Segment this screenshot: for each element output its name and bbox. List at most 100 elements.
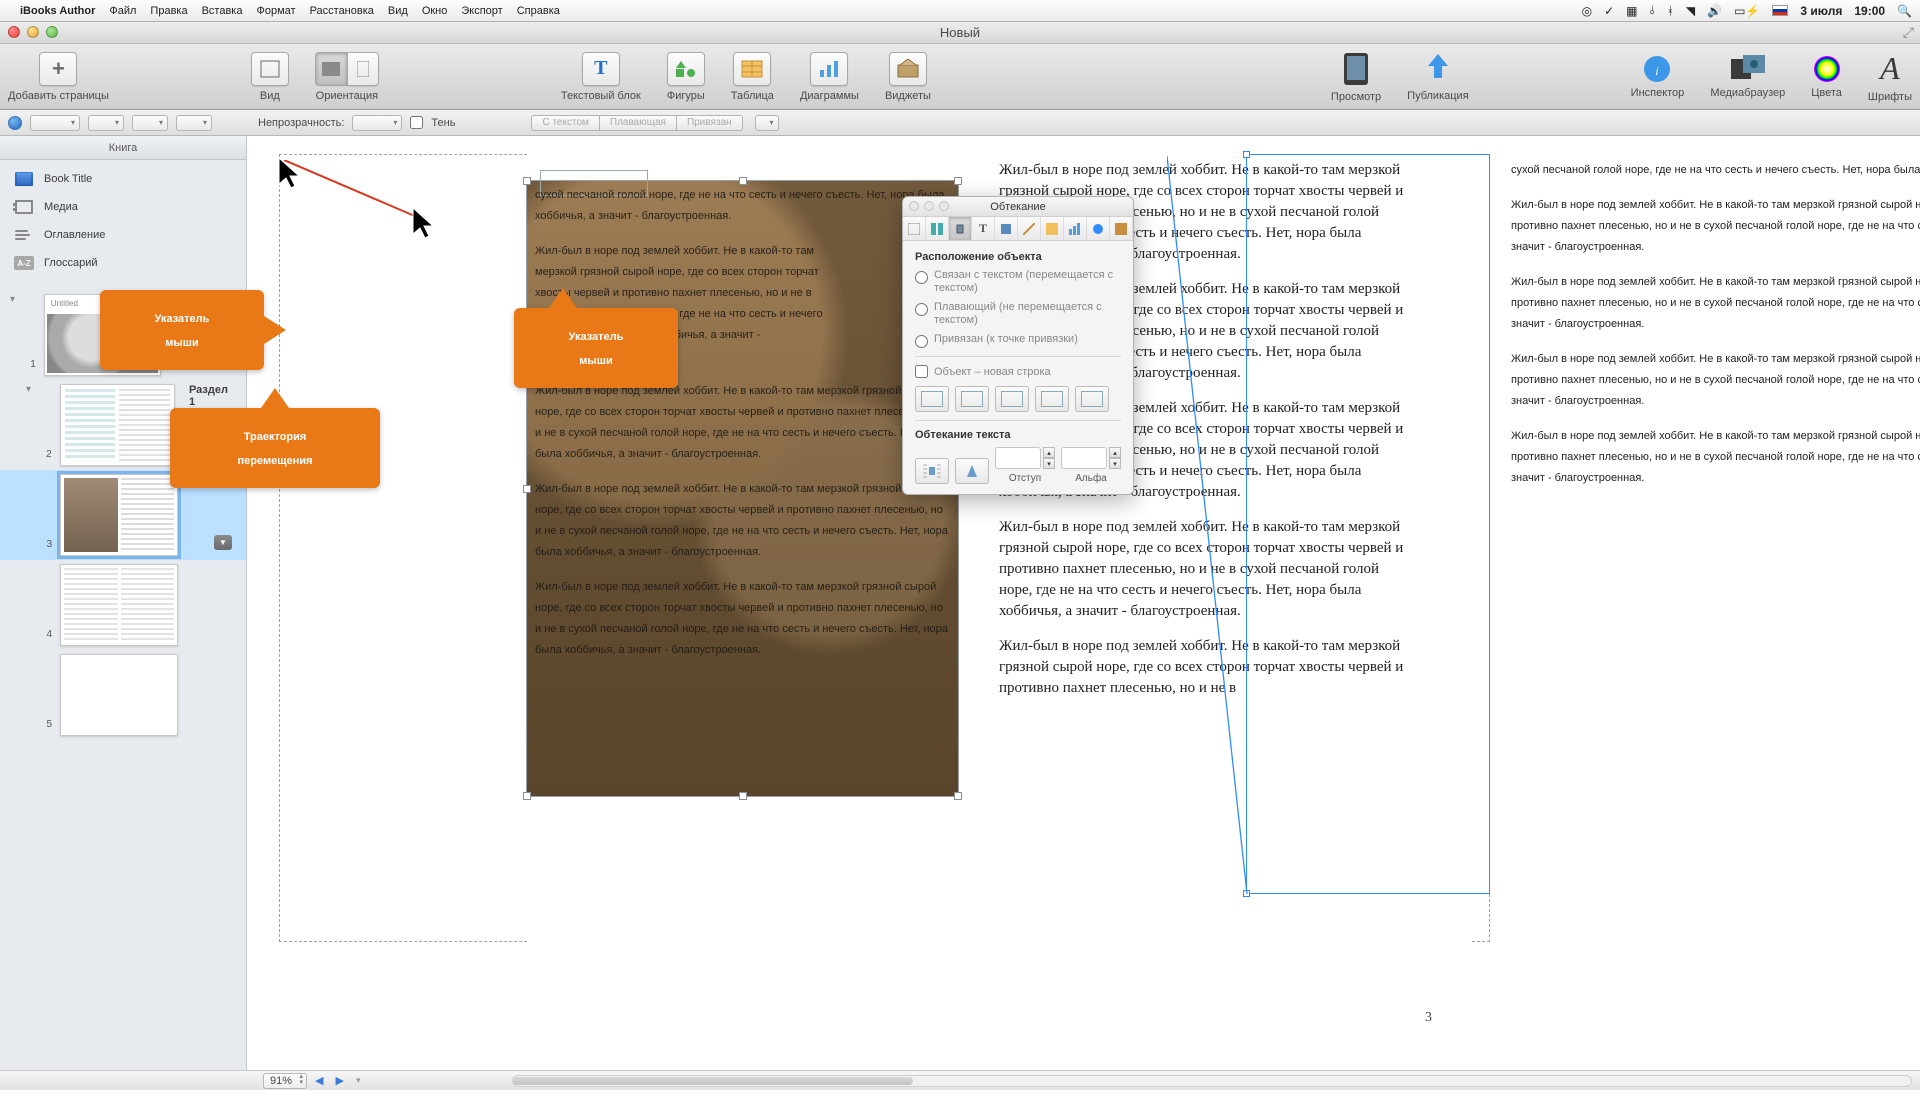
wrap-around-button[interactable] [955,386,989,412]
style-dropdown-4[interactable] [176,115,212,131]
sidebar-item-toc[interactable]: Оглавление [0,221,246,249]
inspector-button[interactable]: i [1643,55,1671,83]
wrap-mode-segmented[interactable]: С текстом Плавающая Привязан [531,115,742,131]
menubar-time[interactable]: 19:00 [1854,4,1885,18]
sidebar-item-media[interactable]: Медиа [0,193,246,221]
menubar-date[interactable]: 3 июля [1800,4,1842,18]
close-window-button[interactable] [8,26,20,38]
add-pages-button[interactable]: + [39,52,77,86]
inspector-tab-2[interactable] [926,217,949,240]
inspector-tab-qt[interactable] [1110,217,1133,240]
style-dropdown-1[interactable] [30,115,80,131]
canvas[interactable]: сухой песчаной голой норе, где не на что… [247,136,1920,1070]
inspector-tab-metrics[interactable] [1018,217,1041,240]
input-source-icon[interactable] [1772,5,1788,16]
style-dropdown-3[interactable] [132,115,168,131]
menu-view[interactable]: Вид [388,5,408,17]
table-button[interactable] [733,52,771,86]
zoom-window-button[interactable] [46,26,58,38]
style-disc-icon[interactable] [8,116,22,130]
menu-help[interactable]: Справка [517,5,560,17]
media-button[interactable] [1731,55,1765,83]
fonts-button[interactable]: A [1880,50,1900,87]
colors-button[interactable] [1813,55,1841,83]
format-bar: Непрозрачность: Тень С текстом Плавающая… [0,110,1920,136]
sidebar-item-glossary[interactable]: A-ZГлоссарий [0,249,246,277]
status-icon-4[interactable]: ⫰ [1649,3,1654,18]
menu-arrange[interactable]: Расстановка [310,5,374,17]
indent-stepper[interactable]: ▴▾ [1043,447,1055,469]
menu-file[interactable]: Файл [109,5,136,17]
link-line [1167,156,1257,896]
shadow-checkbox[interactable] [410,116,423,129]
app-name[interactable]: iBooks Author [20,5,95,17]
radio-floating[interactable]: Плавающий (не перемещается с текстом) [915,301,1121,327]
thumb-page-5[interactable]: 5 [0,650,246,740]
indent-field[interactable] [995,447,1041,469]
style-dropdown-2[interactable] [88,115,124,131]
battery-icon[interactable]: ▭⚡ [1734,4,1760,18]
scrollbar-thumb[interactable] [513,1077,913,1085]
wrap-center-button[interactable] [995,386,1029,412]
wrap-style-dropdown[interactable] [755,115,779,131]
alpha-stepper[interactable]: ▴▾ [1109,447,1121,469]
spotlight-icon[interactable]: 🔍 [1897,4,1912,18]
minimize-window-button[interactable] [27,26,39,38]
inspector-tab-table[interactable] [1041,217,1064,240]
fullscreen-button[interactable]: ⤢ [1903,24,1914,41]
wrap-right-button[interactable] [1035,386,1069,412]
nav-next-button[interactable]: ▶ [336,1074,348,1087]
inspector-tab-link[interactable] [1087,217,1110,240]
wrap-anchor-option[interactable]: Привязан [676,115,743,131]
zoom-dropdown[interactable]: 91% [263,1073,307,1089]
orientation-landscape[interactable] [315,52,347,86]
preview-button[interactable] [1341,51,1371,87]
inspector-panel[interactable]: Обтекание T Расположение объекта Связан … [902,196,1134,495]
charts-button[interactable] [810,52,848,86]
inspector-tab-1[interactable] [903,217,926,240]
status-icon-2[interactable]: ✓ [1604,4,1614,18]
inspector-tab-chart[interactable] [1064,217,1087,240]
nav-prev-button[interactable]: ◀ [315,1074,327,1087]
shapes-button[interactable] [667,52,705,86]
view-button[interactable] [251,52,289,86]
horizontal-scrollbar[interactable] [512,1075,1912,1087]
wrap-text-option[interactable]: С текстом [531,115,598,131]
opacity-dropdown[interactable] [352,115,402,131]
menu-insert[interactable]: Вставка [202,5,243,17]
wrap-shape-rect[interactable] [915,458,949,484]
bluetooth-icon[interactable]: ᚼ [1667,4,1674,18]
page-menu-button[interactable]: ▼ [214,535,232,550]
textbox-button[interactable]: T [582,52,620,86]
status-icon-1[interactable]: ◎ [1582,4,1592,18]
radio-anchored[interactable]: Привязан (к точке привязки) [915,333,1121,348]
menu-edit[interactable]: Правка [150,5,187,17]
widgets-button[interactable] [889,52,927,86]
wrap-shape-alpha[interactable] [955,458,989,484]
nav-menu-button[interactable]: ▾ [356,1075,361,1086]
status-icon-3[interactable]: ▦ [1626,4,1637,18]
menu-window[interactable]: Окно [422,5,448,17]
menu-export[interactable]: Экспорт [461,5,502,17]
menu-format[interactable]: Формат [256,5,295,17]
alpha-field[interactable] [1061,447,1107,469]
linked-text-box[interactable] [1246,154,1490,894]
wifi-icon[interactable]: ◥ [1686,4,1695,18]
volume-icon[interactable]: 🔊 [1707,4,1722,18]
inspector-tab-graphics[interactable] [995,217,1018,240]
wrap-none-button[interactable] [1075,386,1109,412]
wrap-float-option[interactable]: Плавающая [599,115,676,131]
orientation-portrait[interactable] [347,52,379,86]
inspector-tab-wrap[interactable] [949,217,972,240]
textbox-label: Текстовый блок [561,90,641,102]
mouse-cursor-1 [277,156,305,190]
publish-button[interactable] [1423,52,1453,86]
inspector-tabs[interactable]: T [903,217,1133,241]
inspector-tab-text[interactable]: T [972,217,995,240]
sidebar-item-book-title[interactable]: Book Title [0,165,246,193]
checkbox-newline[interactable]: Объект – новая строка [915,365,1121,378]
thumb-page-4[interactable]: 4 [0,560,246,650]
inspector-close-button[interactable] [909,201,919,211]
wrap-left-button[interactable] [915,386,949,412]
radio-inline[interactable]: Связан с текстом (перемещается с текстом… [915,269,1121,295]
